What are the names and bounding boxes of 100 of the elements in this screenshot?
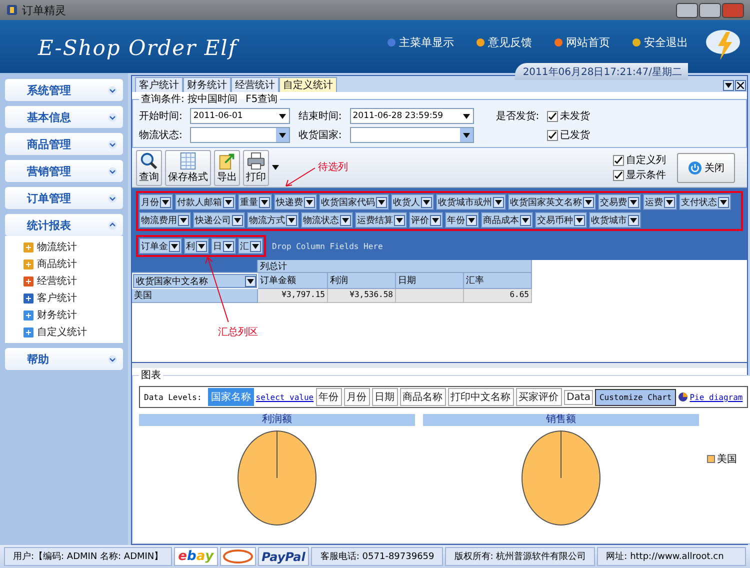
sidebar-item[interactable]: 财务统计: [23, 308, 123, 322]
logistics-status-field[interactable]: [190, 127, 290, 143]
checkbox[interactable]: 显示条件: [613, 168, 666, 182]
caret-icon: [198, 244, 205, 248]
field-chip[interactable]: 月份: [139, 194, 173, 210]
dot-icon: [476, 38, 485, 47]
dropdown-button[interactable]: [723, 80, 734, 91]
sidebar-item[interactable]: 经营统计: [23, 274, 123, 288]
sidebar-item[interactable]: 自定义统计: [23, 325, 123, 339]
sidebar-group[interactable]: 商品管理: [5, 133, 123, 155]
table-cell: 6.65: [464, 289, 532, 303]
printer-icon: [246, 152, 266, 170]
table-cell: [396, 289, 464, 303]
pie-diagram-link[interactable]: Pie diagram: [690, 392, 743, 402]
end-time-field[interactable]: 2011-06-28 23:59:59: [350, 108, 474, 124]
caret-icon: [396, 218, 403, 222]
level-button[interactable]: Data: [564, 390, 594, 404]
sidebar-group[interactable]: 营销管理: [5, 160, 123, 182]
tab[interactable]: 经营统计: [231, 77, 279, 92]
level-button[interactable]: 年份: [316, 388, 342, 406]
tab[interactable]: 客户统计: [135, 77, 183, 92]
sidebar-group[interactable]: 统计报表: [5, 214, 123, 236]
field-chip[interactable]: 运费: [643, 194, 677, 210]
level-button[interactable]: 月份: [344, 388, 370, 406]
sidebar-item[interactable]: 商品统计: [23, 257, 123, 271]
toolbar-button[interactable]: 查询: [136, 150, 162, 186]
tab[interactable]: 自定义统计: [279, 77, 337, 92]
expand-icon[interactable]: [108, 166, 117, 176]
level-button[interactable]: 买家评价: [516, 388, 562, 406]
expand-icon[interactable]: [108, 86, 117, 94]
sidebar-group[interactable]: 系统管理: [5, 79, 123, 101]
field-chip[interactable]: 物流状态: [301, 212, 353, 228]
field-chip[interactable]: 付款人邮箱: [175, 194, 236, 210]
column-header: 利润: [328, 273, 396, 289]
field-chip[interactable]: 交易币种: [535, 212, 587, 228]
level-button[interactable]: 打印中文名称: [448, 388, 514, 406]
collapse-icon[interactable]: [108, 220, 117, 230]
close-button[interactable]: [722, 2, 744, 18]
expand-icon[interactable]: [108, 194, 117, 202]
toolbar-button[interactable]: 打印: [243, 150, 269, 186]
column-header: 日期: [396, 273, 464, 289]
level-button[interactable]: 日期: [372, 388, 398, 406]
field-chip[interactable]: 运费结算: [355, 212, 407, 228]
close-button[interactable]: 关闭: [677, 152, 735, 182]
field-chip[interactable]: 快递费: [274, 194, 317, 210]
caret-icon: [576, 218, 583, 222]
field-chip[interactable]: 订单金: [139, 238, 182, 254]
field-chip[interactable]: 交易费: [598, 194, 641, 210]
power-icon: [688, 160, 702, 174]
expand-icon[interactable]: [108, 354, 117, 364]
field-chip[interactable]: 物流费用: [139, 212, 191, 228]
header-link[interactable]: 主菜单显示: [387, 35, 454, 50]
export-icon: [217, 152, 237, 170]
tab[interactable]: 财务统计: [183, 77, 231, 92]
sidebar-item[interactable]: 客户统计: [23, 291, 123, 305]
field-chip[interactable]: 快递公司: [193, 212, 245, 228]
toolbar-button[interactable]: 导出: [214, 150, 240, 186]
expand-icon[interactable]: [108, 112, 117, 122]
sidebar-group[interactable]: 订单管理: [5, 187, 123, 209]
sidebar-item[interactable]: 物流统计: [23, 240, 123, 254]
country-field[interactable]: [350, 127, 474, 143]
field-chip[interactable]: 收货国家代码: [319, 194, 389, 210]
field-chip[interactable]: 年份: [445, 212, 479, 228]
chart-title: 销售额: [423, 414, 699, 426]
header-link[interactable]: 意见反馈: [476, 35, 532, 50]
close-tab-button[interactable]: [735, 80, 746, 91]
maximize-button[interactable]: [699, 2, 721, 18]
field-chip[interactable]: 支付状态: [679, 194, 731, 210]
field-chip[interactable]: 重量: [238, 194, 272, 210]
field-chip[interactable]: 利: [184, 238, 209, 254]
checkbox[interactable]: 未发货: [547, 109, 740, 123]
customize-chart-button[interactable]: Customize Chart: [595, 388, 676, 406]
header-link[interactable]: 网站首页: [554, 35, 610, 50]
header-link[interactable]: 安全退出: [632, 35, 688, 50]
field-chip[interactable]: 收货人: [391, 194, 434, 210]
sidebar-group[interactable]: 帮助: [5, 348, 123, 370]
field-chip[interactable]: 商品成本: [481, 212, 533, 228]
sidebar-group[interactable]: 基本信息: [5, 106, 123, 128]
field-chip[interactable]: 物流方式: [247, 212, 299, 228]
select-value-link[interactable]: select value: [256, 392, 314, 402]
field-chip[interactable]: 汇: [238, 238, 263, 254]
plus-icon: [23, 326, 34, 338]
phone-info: 客服电话: 0571-89739659: [311, 547, 444, 566]
start-time-field[interactable]: 2011-06-01: [190, 108, 290, 124]
field-chip[interactable]: 收货城市: [589, 212, 641, 228]
level-button[interactable]: 商品名称: [400, 388, 446, 406]
minimize-button[interactable]: [676, 2, 698, 18]
plus-icon: [23, 276, 34, 286]
field-chip[interactable]: 收货国家英文名称: [508, 194, 596, 210]
toolbar-button[interactable]: 保存格式: [165, 150, 211, 186]
caret-icon: [423, 200, 430, 204]
expand-icon[interactable]: [108, 140, 117, 148]
checkbox[interactable]: 自定义列: [613, 153, 666, 167]
row-field-chip[interactable]: 收货国家中文名称: [133, 274, 257, 288]
field-chip[interactable]: 日: [211, 238, 236, 254]
field-label: 收货国家:: [298, 128, 342, 142]
field-chip[interactable]: 评价: [409, 212, 443, 228]
field-chip[interactable]: 收货城市或州: [436, 194, 506, 210]
caret-icon: [225, 244, 232, 248]
checkbox[interactable]: 已发货: [547, 128, 740, 142]
